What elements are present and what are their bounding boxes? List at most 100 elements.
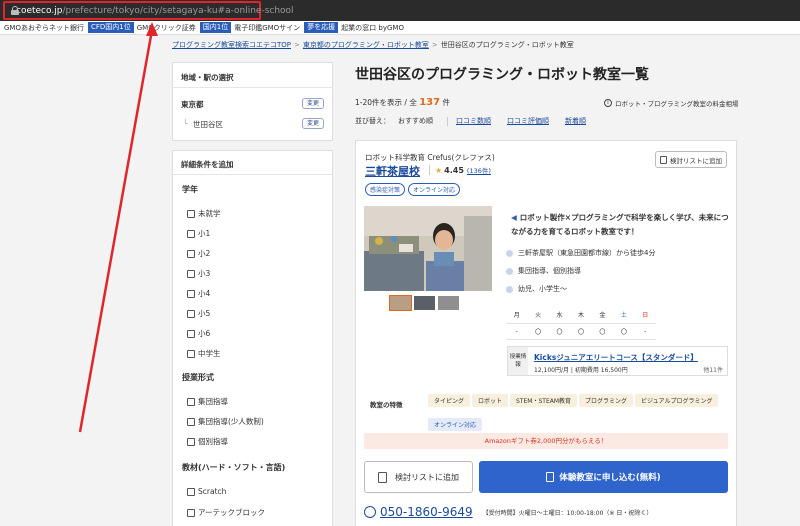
format-checkbox[interactable]: 集団指導 — [187, 396, 228, 407]
train-icon — [506, 249, 513, 257]
page-title: 世田谷区のプログラミング・ロボット教室一覧 — [355, 67, 649, 83]
checkbox-icon — [187, 349, 195, 358]
rating: ★ 4.45 (136件) — [429, 165, 491, 175]
feature-tag: ビジュアルプログラミング — [635, 394, 719, 407]
sort-review-count[interactable]: 口コミ数順 — [456, 116, 491, 126]
format-label: 集団指導 — [198, 397, 228, 406]
bookmark-icon — [378, 471, 387, 483]
grade-checkbox[interactable]: 小2 — [187, 248, 210, 259]
info-icon: i — [604, 99, 612, 107]
thumbnail-2[interactable] — [414, 296, 435, 310]
people-icon — [506, 267, 513, 275]
info-ages: 幼児、小学生〜 — [506, 284, 567, 294]
amazon-gift-banner: Amazonギフト券2,000円分がもらえる！ — [364, 433, 728, 449]
material-checkbox[interactable]: Scratch — [187, 487, 226, 496]
sort-divider — [447, 116, 448, 126]
format-title: 授業形式 — [182, 373, 214, 382]
sort-newest[interactable]: 新着順 — [565, 116, 586, 126]
weekday-header: 水 — [548, 307, 571, 324]
price-guide-link[interactable]: i ロボット・プログラミング教室の料金相場 — [604, 98, 739, 108]
ages-text: 幼児、小学生〜 — [518, 285, 567, 293]
gmo-ad-bar: GMOあおぞらネット銀行 CFD国内1位 GMOクリック証券 国内1位 電子印鑑GMOサ… — [0, 21, 800, 35]
rating-value: 4.45 — [444, 165, 464, 175]
grade-checkbox[interactable]: 中学生 — [187, 348, 221, 359]
breadcrumb-tokyo-link[interactable]: 東京都のプログラミング・ロボット教室 — [303, 41, 429, 49]
station-text: 三軒茶屋駅（東急田園都市線）から徒歩4分 — [518, 249, 656, 257]
badge-infection: 感染症対策 — [365, 183, 406, 196]
grade-label: 小3 — [198, 269, 211, 278]
phone-number-link[interactable]: 050-1860-9649 — [380, 505, 473, 519]
change-city-button[interactable]: 変更 — [302, 118, 324, 129]
checkbox-icon — [187, 508, 195, 517]
breadcrumb-current: 世田谷区のプログラミング・ロボット教室 — [440, 41, 574, 49]
checkbox-icon — [187, 329, 195, 338]
material-label: アーテックブロック — [198, 508, 266, 517]
grade-checkbox[interactable]: 小4 — [187, 288, 210, 299]
format-checkbox[interactable]: 個別指導 — [187, 436, 228, 447]
checkbox-icon — [187, 269, 195, 278]
school-name-link[interactable]: 三軒茶屋校 — [365, 163, 420, 179]
ad-tag: 国内1位 — [199, 22, 232, 33]
area-panel: 地域・駅の選択 東京都 変更 └ 世田谷区 変更 — [172, 62, 333, 141]
breadcrumb-top-link[interactable]: プログラミング教室検索コエテコTOP — [172, 41, 291, 49]
sort-label: 並び替え： — [355, 117, 390, 125]
format-label: 個別指導 — [198, 437, 228, 446]
checkbox-icon — [187, 437, 195, 446]
sort-review-rating[interactable]: 口コミ評価順 — [507, 116, 549, 126]
grade-label: 未就学 — [198, 209, 221, 218]
checkbox-icon — [187, 417, 195, 426]
sort-recommended[interactable]: おすすめ順 — [398, 116, 433, 126]
weekday-header: 火 — [527, 307, 549, 324]
apply-trial-button[interactable]: 体験教室に申し込む(無料) — [479, 461, 728, 493]
add-to-list-button[interactable]: 検討リストに追加 — [364, 461, 473, 493]
feature-tags: タイピング ロボット STEM・STEAM教育 プログラミング ビジュアルプログラミング… — [428, 388, 728, 436]
change-pref-button[interactable]: 変更 — [302, 98, 324, 109]
thumbnail-3[interactable] — [438, 296, 459, 310]
area-panel-heading: 地域・駅の選択 — [173, 63, 332, 88]
feature-tag: STEM・STEAM教育 — [510, 394, 578, 407]
weekday-availability: 〇 — [570, 323, 592, 340]
weekday-availability: 〇 — [527, 323, 549, 340]
format-label: 集団指導(少人数制) — [198, 417, 264, 426]
add-to-list-small-button[interactable]: 検討リストに追加 — [655, 151, 727, 168]
course-count: 他11件 — [703, 367, 723, 374]
classroom-photo-illustration — [364, 206, 492, 291]
weekday-header: 木 — [570, 307, 592, 324]
count-total: 137 — [419, 97, 441, 108]
star-icon: ★ — [435, 165, 443, 175]
feature-label: 教室の特徴 — [370, 401, 403, 409]
course-name-link[interactable]: Kicksジュニアエリートコース【スタンダード】 — [534, 352, 698, 363]
grade-checkbox[interactable]: 小3 — [187, 268, 210, 279]
format-checkbox[interactable]: 集団指導(少人数制) — [187, 416, 264, 427]
grade-label: 小1 — [198, 229, 211, 238]
material-title: 教材(ハード・ソフト・言語) — [182, 463, 286, 472]
grade-title: 学年 — [182, 185, 198, 194]
ad-link[interactable]: 電子印鑑GMOサイン — [234, 23, 300, 33]
weekday-header: 土 — [613, 307, 635, 324]
count-prefix: 1-20件を表示 / 全 — [355, 98, 417, 107]
ad-link[interactable]: GMOあおぞらネット銀行 — [4, 23, 84, 33]
grade-label: 小5 — [198, 309, 211, 318]
grade-checkbox[interactable]: 小6 — [187, 328, 210, 339]
weekday-availability: 〇 — [548, 323, 571, 340]
review-count-link[interactable]: (136件) — [467, 165, 491, 175]
add-to-list-label: 検討リストに追加 — [395, 472, 459, 482]
thumbnail-1[interactable] — [389, 295, 412, 311]
material-checkbox[interactable]: アーテックブロック — [187, 507, 265, 518]
grade-checkbox[interactable]: 小5 — [187, 308, 210, 319]
weekday-table: 月火水木金土日 -〇〇〇〇〇- — [506, 307, 656, 340]
ad-link[interactable]: 起業の窓口 byGMO — [341, 23, 404, 33]
ad-link[interactable]: GMOクリック証券 — [137, 23, 196, 33]
grade-checkbox[interactable]: 未就学 — [187, 208, 221, 219]
feature-tag: タイピング — [428, 394, 471, 407]
feature-tag: ロボット — [472, 394, 509, 407]
grade-label: 小2 — [198, 249, 211, 258]
filter-panel: 詳細条件を追加 学年 未就学小1 小2 小3 小4 小5 小6 中学生 授業形式 集団指導集… — [172, 150, 333, 526]
filter-panel-heading: 詳細条件を追加 — [173, 151, 332, 175]
school-photo[interactable] — [364, 206, 492, 291]
area-pref: 東京都 — [181, 100, 204, 109]
grade-checkbox[interactable]: 小1 — [187, 228, 210, 239]
checkbox-icon — [187, 309, 195, 318]
address-field[interactable]: coeteco.jp /prefecture/tokyo/city/setaga… — [3, 1, 294, 20]
checkbox-icon — [187, 289, 195, 298]
